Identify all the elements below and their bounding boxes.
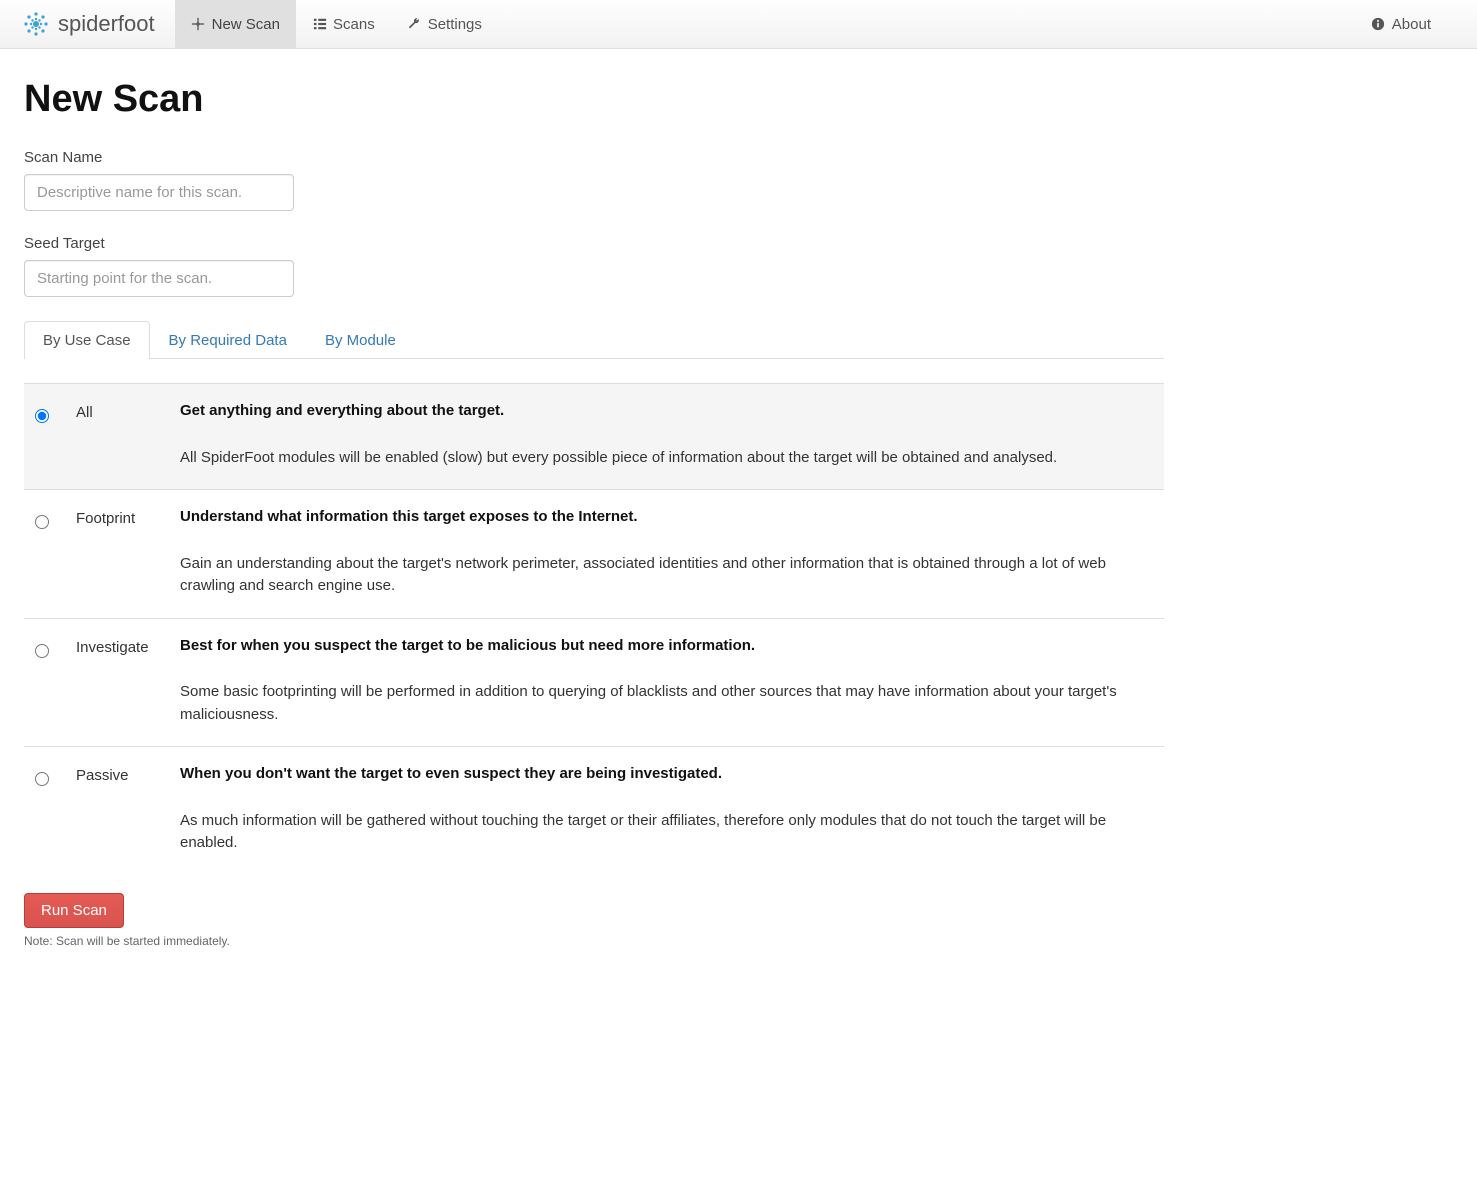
nav-new-scan-label: New Scan [212, 16, 280, 33]
usecase-long: All SpiderFoot modules will be enabled (… [180, 447, 1152, 470]
usecase-row-passive[interactable]: Passive When you don't want the target to… [24, 747, 1164, 875]
usecase-name: All [64, 384, 168, 490]
usecase-radio-all[interactable] [35, 409, 49, 423]
main-container: New Scan Scan Name Seed Target By Use Ca… [0, 49, 1188, 978]
usecase-long: As much information will be gathered wit… [180, 810, 1152, 855]
usecase-short: Understand what information this target … [180, 508, 638, 525]
tab-by-module[interactable]: By Module [306, 321, 415, 359]
seed-target-group: Seed Target [24, 235, 1164, 297]
nav-scans-label: Scans [333, 16, 375, 33]
nav-about-label: About [1392, 16, 1431, 33]
list-icon [312, 17, 327, 32]
brand[interactable]: spiderfoot [20, 0, 175, 48]
usecase-desc: Get anything and everything about the ta… [168, 384, 1164, 490]
usecase-short: When you don't want the target to even s… [180, 765, 722, 782]
info-icon [1371, 17, 1386, 32]
usecase-short: Best for when you suspect the target to … [180, 637, 755, 654]
usecase-radio-passive[interactable] [35, 772, 49, 786]
usecase-desc: Understand what information this target … [168, 490, 1164, 619]
scan-name-label: Scan Name [24, 149, 1164, 166]
nav-items-left: New Scan Scans Settings [175, 0, 1355, 48]
usecase-table: All Get anything and everything about the… [24, 383, 1164, 875]
usecase-row-all[interactable]: All Get anything and everything about the… [24, 384, 1164, 490]
seed-target-label: Seed Target [24, 235, 1164, 252]
scan-name-group: Scan Name [24, 149, 1164, 211]
usecase-radio-investigate[interactable] [35, 644, 49, 658]
usecase-name: Passive [64, 747, 168, 875]
run-scan-button[interactable]: Run Scan [24, 893, 124, 928]
usecase-desc: Best for when you suspect the target to … [168, 618, 1164, 747]
usecase-short: Get anything and everything about the ta… [180, 402, 504, 419]
usecase-row-footprint[interactable]: Footprint Understand what information thi… [24, 490, 1164, 619]
tab-by-use-case[interactable]: By Use Case [24, 321, 150, 359]
tab-by-required-data[interactable]: By Required Data [150, 321, 306, 359]
navbar: spiderfoot New Scan Scans [0, 0, 1477, 49]
wrench-icon [407, 17, 422, 32]
nav-items-right: About [1355, 0, 1477, 48]
nav-new-scan[interactable]: New Scan [175, 0, 296, 48]
page-title: New Scan [24, 78, 1164, 121]
tabs: By Use Case By Required Data By Module [24, 321, 1164, 359]
usecase-name: Footprint [64, 490, 168, 619]
target-icon [191, 17, 206, 32]
nav-about[interactable]: About [1355, 0, 1447, 48]
nav-settings[interactable]: Settings [391, 0, 498, 48]
brand-logo-icon [20, 8, 52, 40]
brand-text: spiderfoot [58, 11, 155, 37]
usecase-name: Investigate [64, 618, 168, 747]
usecase-radio-footprint[interactable] [35, 515, 49, 529]
scan-name-input[interactable] [24, 174, 294, 211]
run-note: Note: Scan will be started immediately. [24, 934, 1164, 948]
usecase-desc: When you don't want the target to even s… [168, 747, 1164, 875]
nav-scans[interactable]: Scans [296, 0, 391, 48]
seed-target-input[interactable] [24, 260, 294, 297]
usecase-row-investigate[interactable]: Investigate Best for when you suspect the… [24, 618, 1164, 747]
usecase-long: Some basic footprinting will be performe… [180, 681, 1152, 726]
nav-settings-label: Settings [428, 16, 482, 33]
usecase-long: Gain an understanding about the target's… [180, 553, 1152, 598]
